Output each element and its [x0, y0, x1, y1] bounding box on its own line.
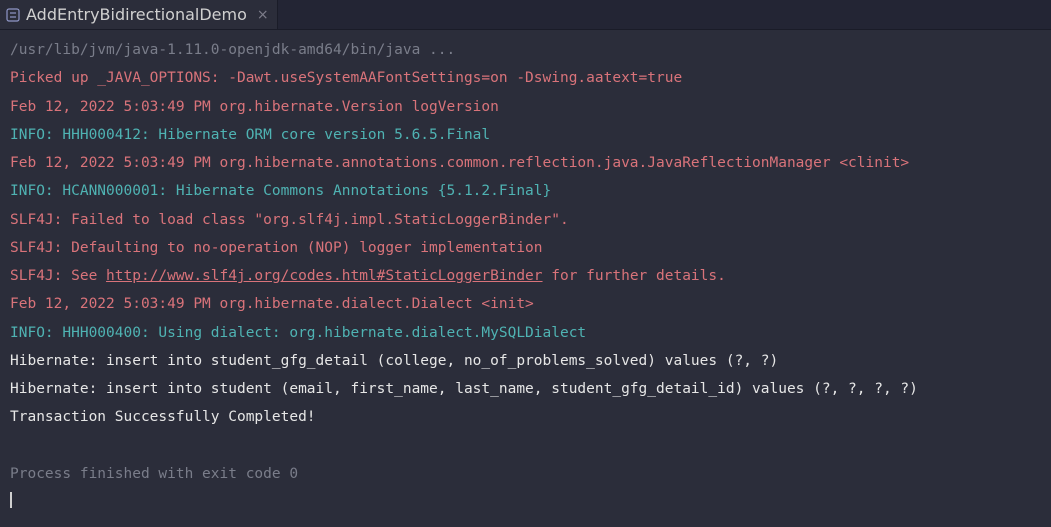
console-line: SLF4J: See http://www.slf4j.org/codes.ht… [10, 262, 1041, 290]
console-line: Hibernate: insert into student_gfg_detai… [10, 347, 1041, 375]
caret [10, 492, 12, 508]
console-line: INFO: HHH000400: Using dialect: org.hibe… [10, 319, 1041, 347]
tab-title: AddEntryBidirectionalDemo [26, 5, 247, 24]
console-line: INFO: HHH000412: Hibernate ORM core vers… [10, 121, 1041, 149]
console-line: /usr/lib/jvm/java-1.11.0-openjdk-amd64/b… [10, 36, 1041, 64]
console-line: INFO: HCANN000001: Hibernate Commons Ann… [10, 177, 1041, 205]
console-output[interactable]: /usr/lib/jvm/java-1.11.0-openjdk-amd64/b… [0, 30, 1051, 527]
tab-bar: AddEntryBidirectionalDemo × [0, 0, 1051, 30]
console-line [10, 432, 1041, 460]
console-line: SLF4J: Failed to load class "org.slf4j.i… [10, 206, 1041, 234]
slf4j-link[interactable]: http://www.slf4j.org/codes.html#StaticLo… [106, 268, 543, 284]
console-caret-line [10, 488, 1041, 516]
close-icon[interactable]: × [257, 8, 269, 22]
console-line: Transaction Successfully Completed! [10, 403, 1041, 431]
console-line: Feb 12, 2022 5:03:49 PM org.hibernate.an… [10, 149, 1041, 177]
console-line: Feb 12, 2022 5:03:49 PM org.hibernate.di… [10, 290, 1041, 318]
console-line: Process finished with exit code 0 [10, 460, 1041, 488]
tab-run-config[interactable]: AddEntryBidirectionalDemo × [0, 0, 278, 29]
console-line: Hibernate: insert into student (email, f… [10, 375, 1041, 403]
run-config-icon [6, 8, 20, 22]
console-line: SLF4J: Defaulting to no-operation (NOP) … [10, 234, 1041, 262]
console-line: Picked up _JAVA_OPTIONS: -Dawt.useSystem… [10, 64, 1041, 92]
console-line: Feb 12, 2022 5:03:49 PM org.hibernate.Ve… [10, 93, 1041, 121]
